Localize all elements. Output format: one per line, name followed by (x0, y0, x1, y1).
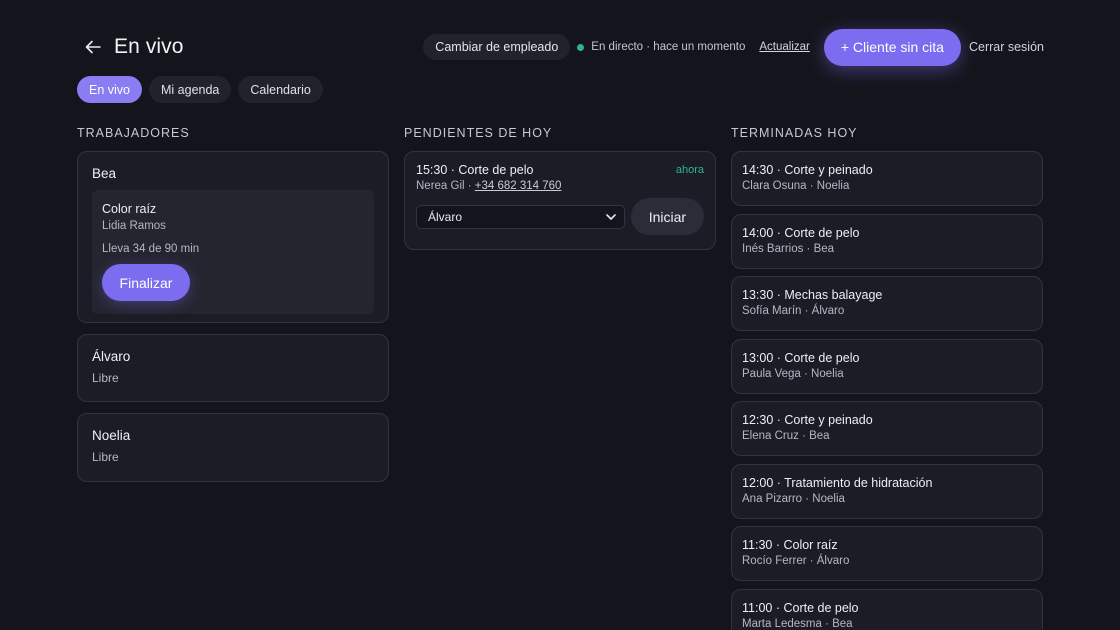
current-job: Color raíz Lidia Ramos Lleva 34 de 90 mi… (92, 190, 374, 314)
worker-name: Noelia (92, 428, 131, 443)
logout-link[interactable]: Cerrar sesión (969, 40, 1044, 54)
pending-appointment: 15:30 · Corte de pelo ahora Nerea Gil · … (404, 151, 716, 250)
worker-card-noelia: Noelia Libre (77, 413, 389, 482)
pending-header: 15:30 · Corte de pelo ahora (416, 163, 704, 177)
refresh-link[interactable]: Actualizar (759, 41, 810, 53)
live-dot-icon (577, 43, 585, 51)
done-item-title: 12:30 · Corte y peinado (742, 413, 873, 427)
pending-column: PENDIENTES DE HOY 15:30 · Corte de pelo … (404, 126, 716, 250)
worker-name: Álvaro (92, 349, 131, 364)
done-list: 14:30 · Corte y peinado Clara Osuna · No… (731, 151, 1043, 630)
live-status: En directo · hace un momento (577, 41, 745, 53)
job-service: Color raíz (102, 202, 157, 216)
job-progress: Lleva 34 de 90 min (102, 243, 200, 255)
tab-calendar[interactable]: Calendario (238, 76, 323, 103)
done-item-title: 11:30 · Color raíz (742, 538, 838, 552)
list-item[interactable]: 11:30 · Color raíz Rocío Ferrer · Álvaro (731, 526, 1043, 581)
assignee-select[interactable]: Álvaro (416, 204, 625, 229)
list-item[interactable]: 14:30 · Corte y peinado Clara Osuna · No… (731, 151, 1043, 206)
pending-time-badge: ahora (675, 164, 704, 176)
start-button[interactable]: Iniciar (630, 198, 704, 235)
done-item-sub: Ana Pizarro · Noelia (742, 492, 845, 505)
done-column: TERMINADAS HOY 14:30 · Corte y peinado C… (731, 126, 1043, 630)
done-item-title: 14:30 · Corte y peinado (742, 163, 873, 177)
list-item[interactable]: 13:30 · Mechas balayage Sofía Marín · Ál… (731, 276, 1043, 331)
done-item-sub: Rocío Ferrer · Álvaro (742, 555, 850, 567)
walkin-client-button[interactable]: + Cliente sin cita (823, 28, 961, 66)
pending-client: Nerea Gil · +34 682 314 760 (416, 180, 704, 192)
pending-title: PENDIENTES DE HOY (404, 126, 553, 140)
worker-card-alvaro: Álvaro Libre (77, 334, 389, 402)
worker-card-bea: Bea Color raíz Lidia Ramos Lleva 34 de 9… (77, 151, 389, 323)
page-title: En vivo (114, 35, 184, 58)
finish-button[interactable]: Finalizar (102, 264, 190, 301)
done-item-title: 11:00 · Corte de pelo (742, 600, 859, 615)
done-item-sub: Marta Ledesma · Bea (742, 617, 853, 630)
worker-name: Bea (92, 166, 117, 181)
worker-status: Libre (92, 450, 119, 464)
done-title: TERMINADAS HOY (731, 126, 858, 140)
tab-bar: En vivo Mi agenda Calendario (77, 76, 330, 103)
change-employee-button[interactable]: Cambiar de empleado (423, 34, 571, 60)
pending-client-name: Nerea Gil · (416, 180, 475, 192)
done-item-title: 12:00 · Tratamiento de hidratación (742, 475, 933, 490)
list-item[interactable]: 13:00 · Corte de pelo Paula Vega · Noeli… (731, 338, 1043, 394)
workers-title: TRABAJADORES (77, 126, 190, 140)
done-item-sub: Clara Osuna · Noelia (742, 180, 850, 192)
job-client: Lidia Ramos (102, 220, 166, 232)
done-item-sub: Sofía Marín · Álvaro (742, 305, 845, 317)
pending-title-text: 15:30 · Corte de pelo (416, 163, 534, 177)
workers-column: TRABAJADORES Bea Color raíz Lidia Ramos … (77, 126, 389, 493)
list-item[interactable]: 11:00 · Corte de pelo Marta Ledesma · Be… (731, 588, 1043, 630)
done-item-title: 14:00 · Corte de pelo (742, 225, 860, 240)
done-item-sub: Inés Barrios · Bea (742, 242, 835, 255)
pending-phone-link[interactable]: +34 682 314 760 (475, 180, 562, 192)
list-item[interactable]: 12:30 · Corte y peinado Elena Cruz · Bea (731, 401, 1043, 456)
chevron-down-icon (606, 213, 616, 220)
back-button[interactable] (80, 34, 106, 60)
tab-my-agenda[interactable]: Mi agenda (149, 76, 232, 103)
done-item-sub: Elena Cruz · Bea (742, 430, 830, 442)
list-item[interactable]: 12:00 · Tratamiento de hidratación Ana P… (731, 463, 1043, 519)
done-item-title: 13:00 · Corte de pelo (742, 350, 860, 365)
header-actions: Cambiar de empleado En directo · hace un… (423, 28, 1044, 66)
live-status-text: En directo · hace un momento (591, 41, 746, 53)
assignee-value: Álvaro (428, 209, 463, 224)
pending-actions: Álvaro Iniciar (416, 198, 704, 235)
list-item[interactable]: 14:00 · Corte de pelo Inés Barrios · Bea (731, 213, 1043, 269)
done-item-title: 13:30 · Mechas balayage (742, 288, 883, 302)
tab-live[interactable]: En vivo (77, 76, 142, 103)
arrow-left-icon (85, 40, 101, 54)
header: En vivo Cambiar de empleado En directo ·… (78, 28, 1044, 66)
done-item-sub: Paula Vega · Noelia (742, 367, 844, 380)
worker-status: Libre (92, 371, 119, 385)
